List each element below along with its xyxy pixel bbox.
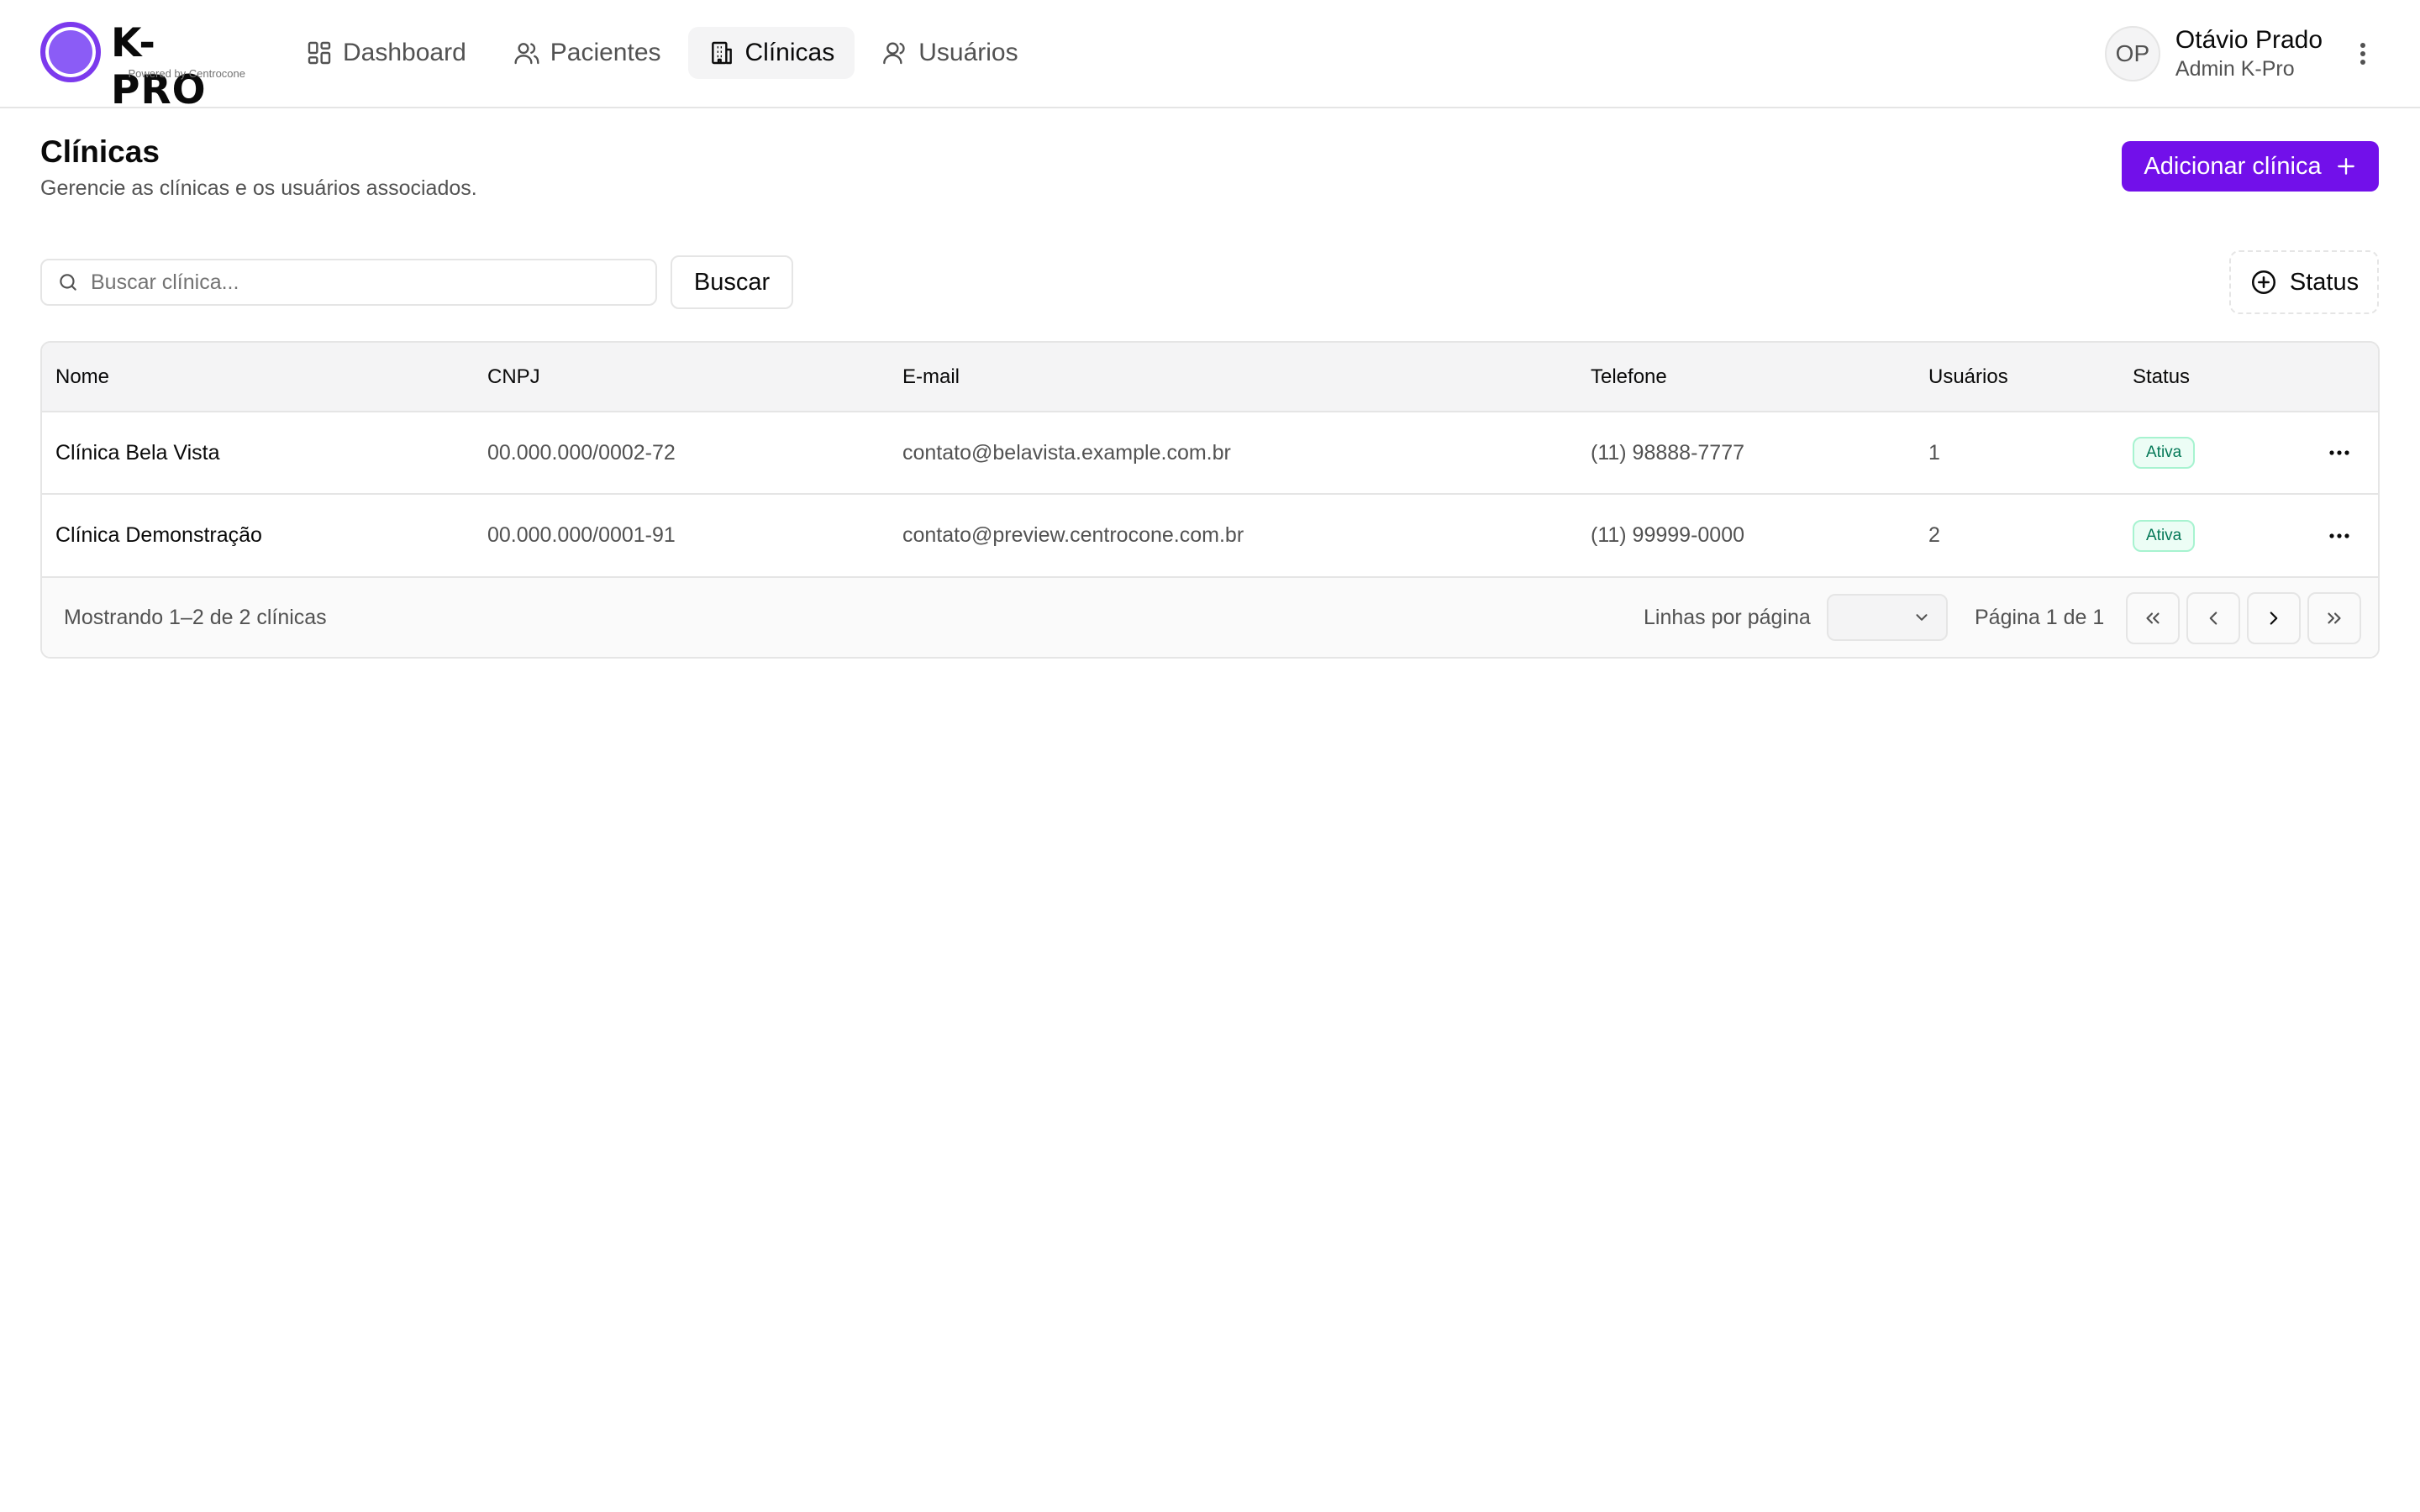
cell-status: Ativa — [2119, 494, 2294, 576]
next-page-button[interactable] — [2247, 592, 2301, 644]
column-header-telefone[interactable]: Telefone — [1577, 343, 1915, 412]
main-nav: Dashboard Pacientes Clínicas Usuários — [286, 27, 1039, 79]
nav-item-label: Dashboard — [343, 39, 466, 66]
search-input[interactable] — [91, 270, 629, 295]
plus-circle-icon — [2249, 268, 2278, 297]
cell-actions — [2294, 412, 2378, 494]
status-badge: Ativa — [2133, 437, 2196, 469]
more-horizontal-icon[interactable] — [2323, 436, 2356, 470]
user-name: Otávio Prado — [2175, 26, 2323, 54]
results-count: Mostrando 1–2 de 2 clínicas — [64, 606, 327, 629]
more-vertical-icon[interactable] — [2346, 34, 2380, 74]
brand-tagline: Powered by Centrocone — [128, 67, 245, 80]
nav-item-pacientes[interactable]: Pacientes — [493, 27, 681, 79]
plus-icon — [2335, 155, 2357, 177]
cell-usuarios: 2 — [1928, 523, 1940, 547]
brand[interactable]: K-PRO Powered by Centrocone — [40, 20, 245, 113]
add-clinic-button[interactable]: Adicionar clínica — [2122, 141, 2379, 192]
user-role: Admin K-Pro — [2175, 57, 2295, 81]
column-header-usuarios[interactable]: Usuários — [1915, 343, 2119, 412]
cell-usuarios: 1 — [1928, 440, 1940, 465]
chevron-left-icon — [2202, 607, 2224, 629]
rows-per-page-select[interactable] — [1827, 594, 1948, 641]
cell-cnpj: 00.000.000/0002-72 — [487, 440, 676, 465]
nav-item-label: Clínicas — [744, 39, 835, 66]
cell-telefone: (11) 99999-0000 — [1591, 523, 1745, 547]
search-field[interactable] — [40, 259, 657, 306]
nav-item-label: Usuários — [918, 39, 1018, 66]
page-title: Clínicas — [40, 134, 160, 169]
column-header-email[interactable]: E-mail — [889, 343, 1577, 412]
cell-email: contato@preview.centrocone.com.br — [902, 523, 1244, 547]
nav-item-clinicas[interactable]: Clínicas — [687, 27, 855, 79]
column-header-nome[interactable]: Nome — [42, 343, 474, 412]
chevron-down-icon — [1912, 608, 1931, 627]
user-menu[interactable]: OP Otávio Prado Admin K-Pro — [2104, 25, 2380, 82]
cell-cnpj: 00.000.000/0001-91 — [487, 523, 676, 547]
more-horizontal-icon[interactable] — [2323, 519, 2356, 553]
clinics-table: Nome CNPJ E-mail Telefone Usuários Statu… — [40, 341, 2380, 659]
column-header-cnpj[interactable]: CNPJ — [474, 343, 889, 412]
cell-telefone: (11) 98888-7777 — [1591, 440, 1745, 465]
building-icon — [708, 39, 735, 66]
users-icon — [513, 39, 540, 66]
cell-nome: Clínica Bela Vista — [55, 440, 220, 465]
rows-per-page-label: Linhas por página — [1644, 606, 1811, 629]
status-filter-button[interactable]: Status — [2229, 250, 2379, 314]
chevrons-left-icon — [2142, 607, 2164, 629]
table-header-row: Nome CNPJ E-mail Telefone Usuários Statu… — [42, 343, 2378, 412]
dashboard-icon — [306, 39, 333, 66]
cell-email: contato@belavista.example.com.br — [902, 440, 1231, 465]
avatar[interactable]: OP — [2104, 26, 2160, 81]
cell-nome: Clínica Demonstração — [55, 523, 262, 547]
previous-page-button[interactable] — [2186, 592, 2240, 644]
table-footer: Mostrando 1–2 de 2 clínicas Linhas por p… — [42, 576, 2378, 657]
user-group-icon — [881, 39, 908, 66]
add-clinic-label: Adicionar clínica — [2144, 152, 2322, 180]
nav-item-usuarios[interactable]: Usuários — [861, 27, 1038, 79]
search-icon — [57, 271, 79, 293]
status-filter-label: Status — [2289, 268, 2360, 296]
table-row[interactable]: Clínica Demonstração 00.000.000/0001-91 … — [42, 494, 2378, 576]
table-row[interactable]: Clínica Bela Vista 00.000.000/0002-72 co… — [42, 412, 2378, 494]
top-bar: K-PRO Powered by Centrocone Dashboard Pa… — [0, 0, 2420, 113]
column-header-status[interactable]: Status — [2119, 343, 2294, 412]
nav-item-label: Pacientes — [550, 39, 661, 66]
pagination — [2126, 592, 2361, 644]
first-page-button[interactable] — [2126, 592, 2180, 644]
page-info: Página 1 de 1 — [1975, 606, 2105, 629]
chevron-right-icon — [2263, 607, 2285, 629]
chevrons-right-icon — [2323, 607, 2345, 629]
nav-item-dashboard[interactable]: Dashboard — [286, 27, 487, 79]
page-subtitle: Gerencie as clínicas e os usuários assoc… — [40, 176, 477, 200]
logo-icon — [40, 22, 101, 82]
search-button[interactable]: Buscar — [671, 255, 793, 309]
last-page-button[interactable] — [2307, 592, 2361, 644]
cell-status: Ativa — [2119, 412, 2294, 494]
cell-actions — [2294, 494, 2378, 576]
status-badge: Ativa — [2133, 519, 2196, 552]
column-header-actions — [2294, 343, 2378, 412]
